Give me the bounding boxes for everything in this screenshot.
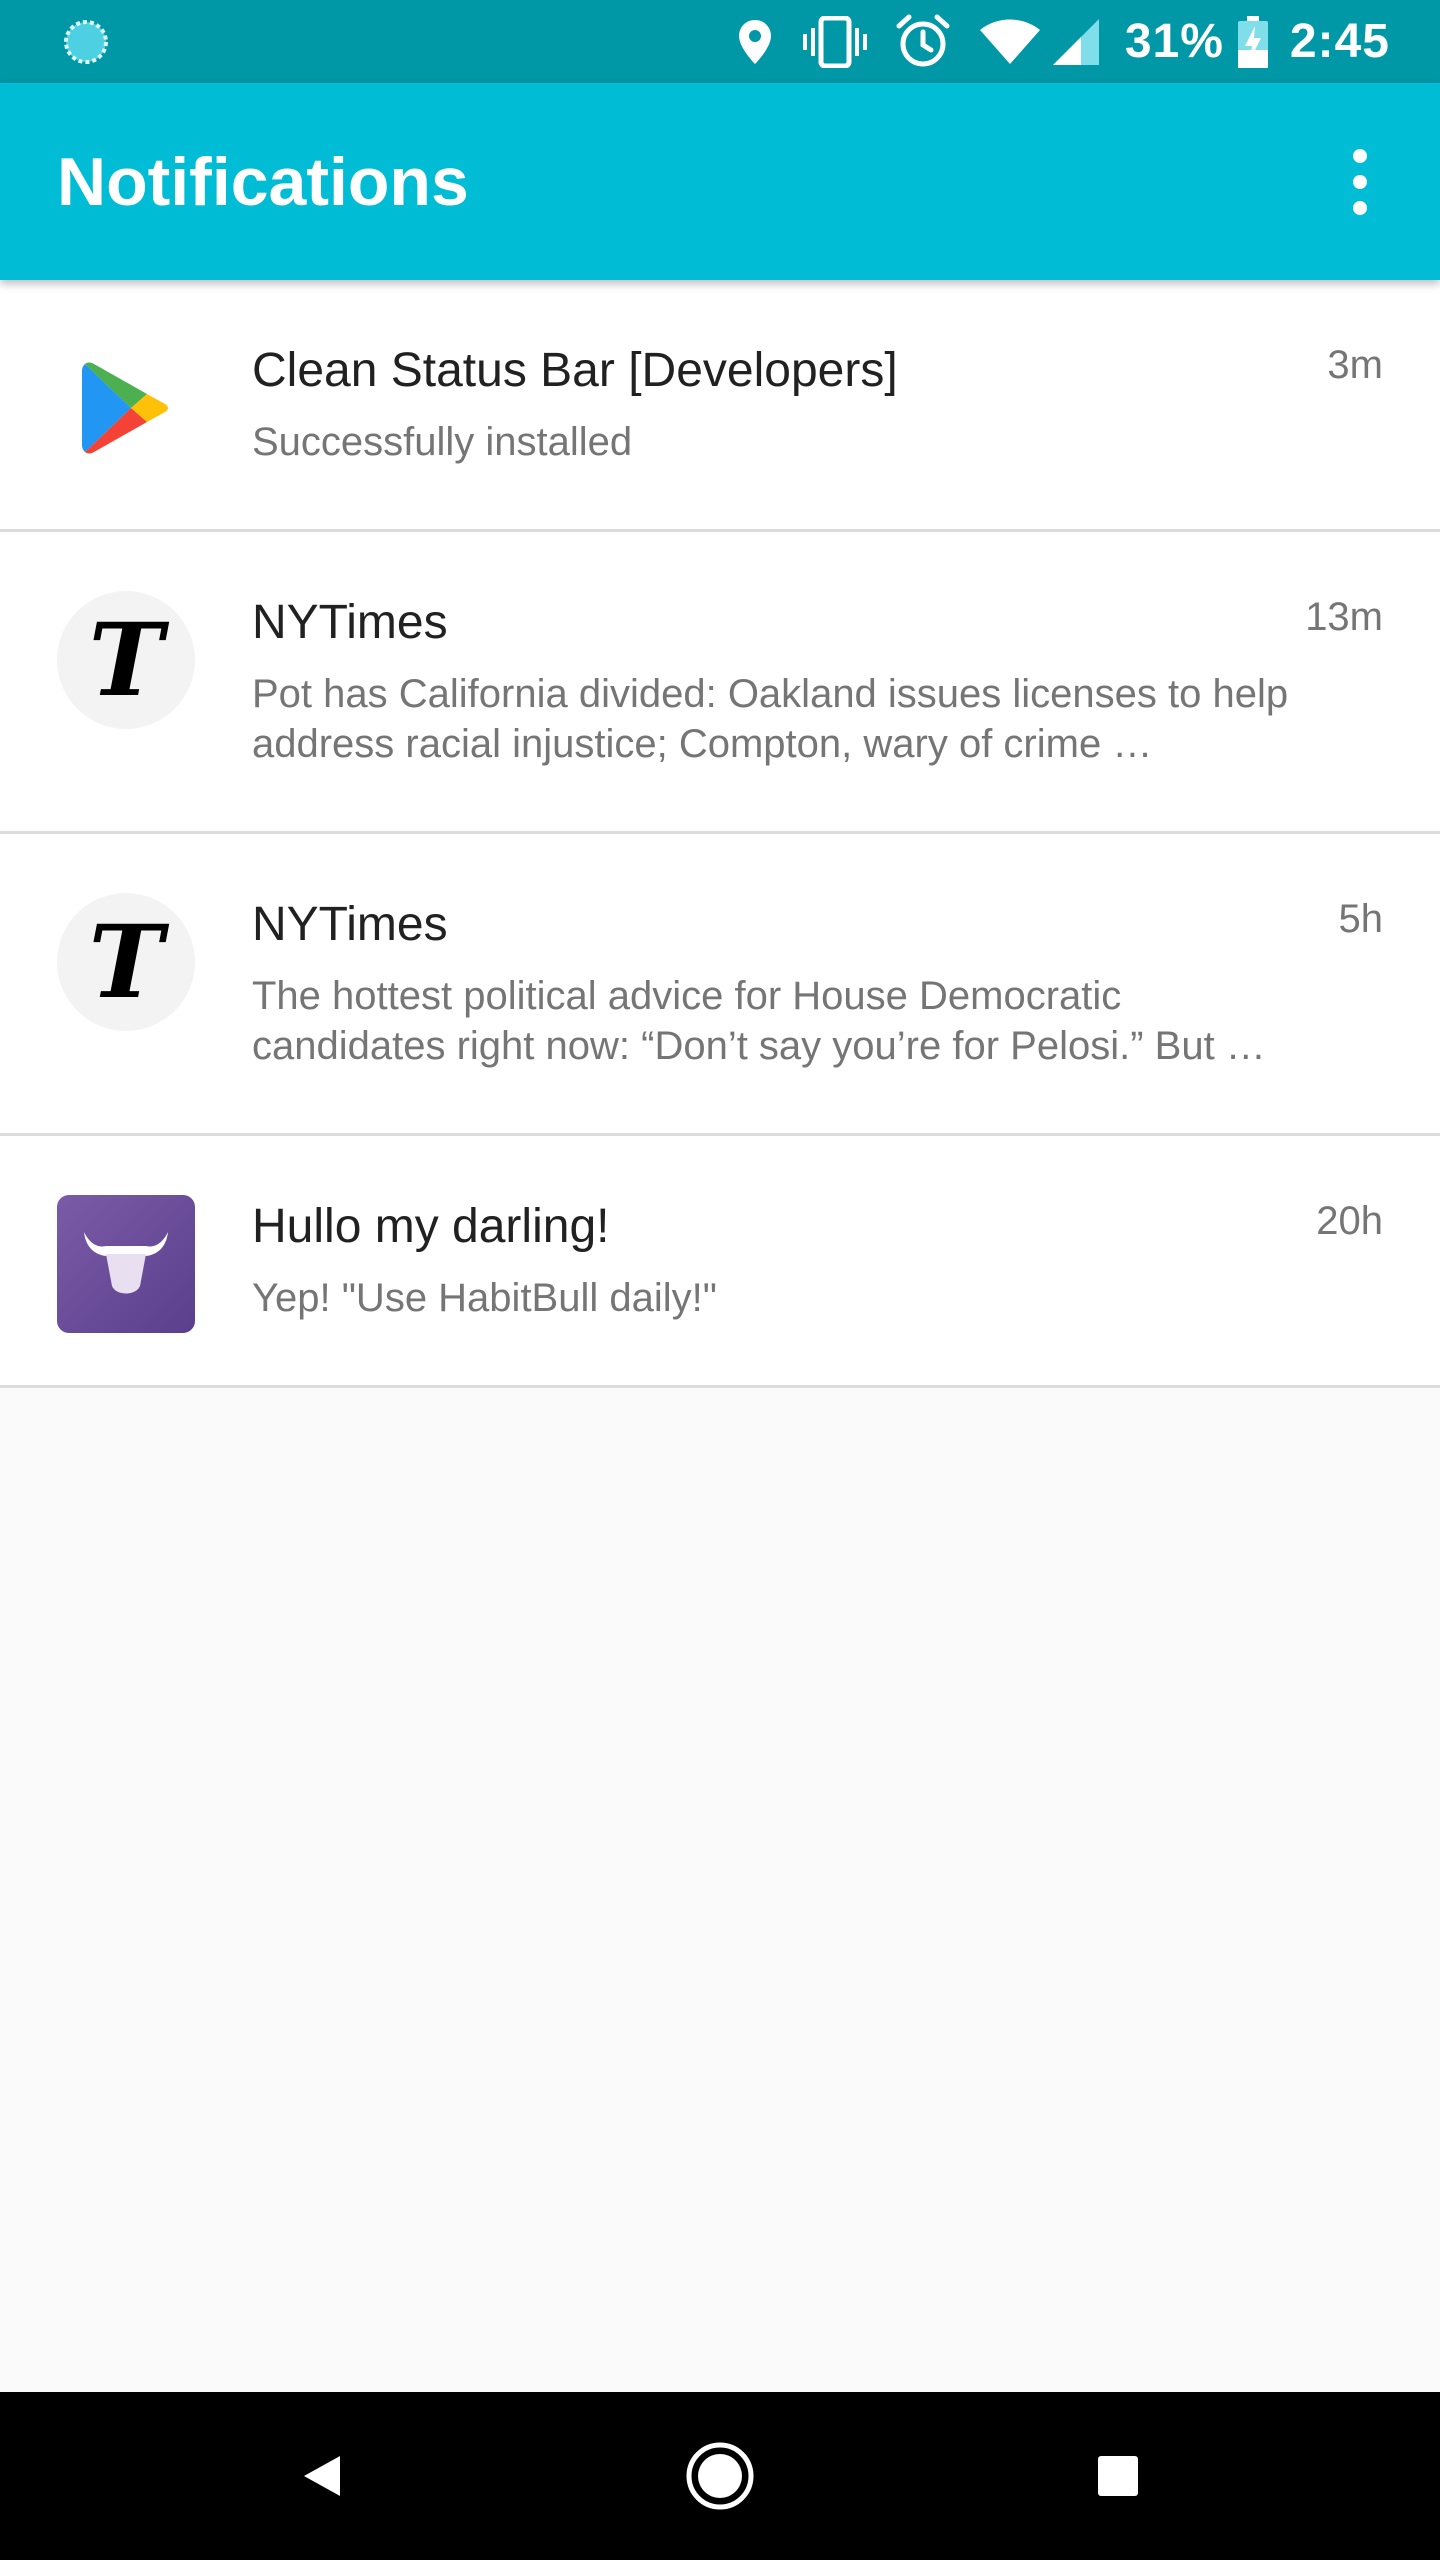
notification-body: The hottest political advice for House D… (252, 974, 1266, 1068)
notification-list: Clean Status Bar [Developers] Successful… (0, 280, 1440, 1388)
clock: 2:45 (1289, 15, 1390, 68)
notification-time: 20h (1316, 1199, 1383, 1243)
status-bar: 31% 2:45 (0, 0, 1440, 83)
notification-time: 13m (1305, 595, 1383, 639)
recents-icon[interactable] (1034, 2392, 1202, 2560)
nytimes-icon: T (57, 893, 195, 1031)
vibrate-icon (802, 0, 867, 83)
loading-icon (62, 18, 110, 66)
battery-percentage: 31% (1124, 15, 1224, 68)
notification-item[interactable]: T NYTimes Pot has California divided: Oa… (0, 532, 1440, 834)
notification-title: NYTimes (252, 898, 448, 951)
notification-item[interactable]: T NYTimes The hottest political advice f… (0, 834, 1440, 1136)
page-title: Notifications (57, 144, 469, 220)
app-bar: Notifications (0, 83, 1440, 280)
back-icon[interactable] (238, 2392, 406, 2560)
signal-icon (1051, 0, 1101, 83)
nytimes-icon: T (57, 591, 195, 729)
notification-body: Successfully installed (252, 420, 633, 464)
google-play-icon (57, 339, 195, 477)
notification-body: Pot has California divided: Oakland issu… (252, 672, 1289, 766)
notification-time: 5h (1338, 897, 1384, 941)
notification-title: NYTimes (252, 596, 448, 649)
wifi-icon (979, 0, 1041, 83)
notification-item[interactable]: Hullo my darling! Yep! "Use HabitBull da… (0, 1136, 1440, 1388)
alarm-icon (895, 0, 951, 83)
location-icon (737, 0, 773, 83)
notification-time: 3m (1327, 343, 1383, 387)
battery-charging-icon (1237, 0, 1268, 83)
home-icon[interactable] (636, 2392, 804, 2560)
navigation-bar (0, 2392, 1440, 2560)
habitbull-icon (57, 1195, 195, 1333)
notification-body: Yep! "Use HabitBull daily!" (252, 1276, 717, 1320)
more-vert-icon[interactable] (1320, 137, 1400, 227)
notification-title: Hullo my darling! (252, 1200, 610, 1253)
notification-title: Clean Status Bar [Developers] (252, 344, 898, 397)
notification-item[interactable]: Clean Status Bar [Developers] Successful… (0, 280, 1440, 532)
